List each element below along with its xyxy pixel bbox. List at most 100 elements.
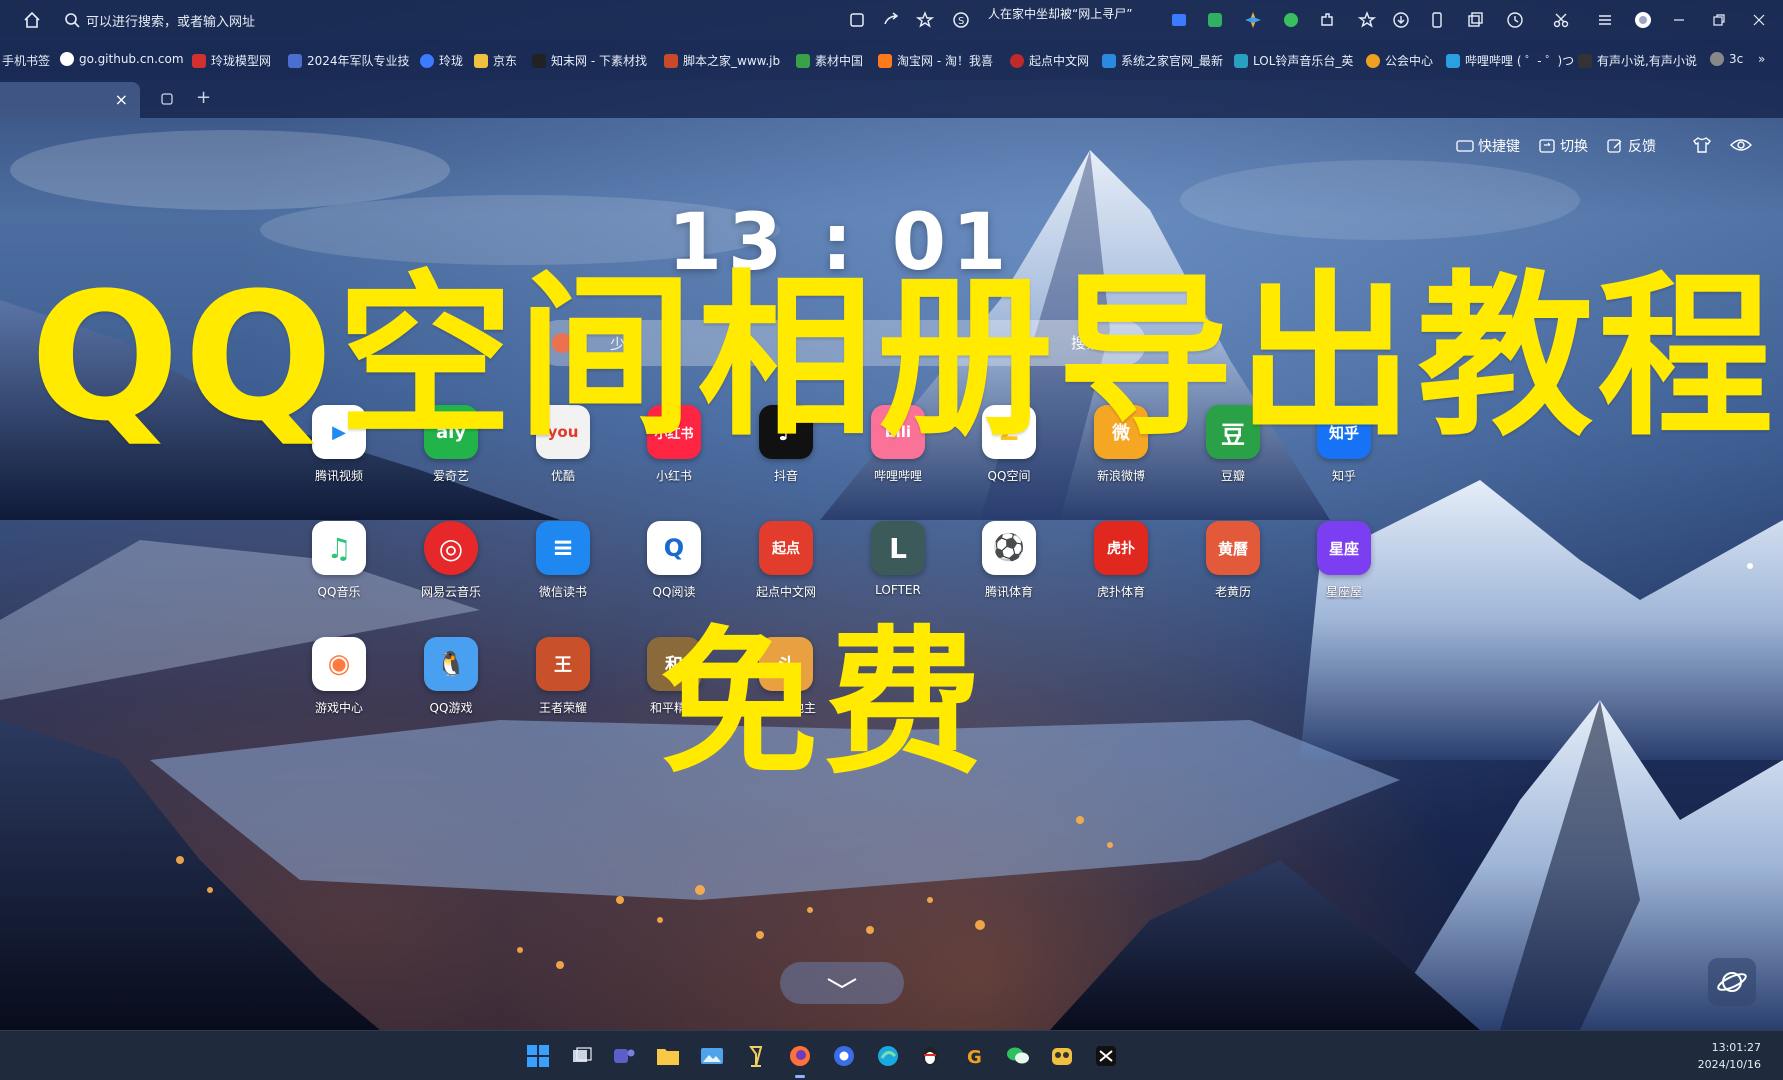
capcut-button[interactable] xyxy=(1092,1042,1120,1070)
lofter-icon: L xyxy=(871,521,925,575)
bookmark-item[interactable]: LOL铃声音乐台_英 xyxy=(1234,52,1353,69)
close-icon[interactable] xyxy=(1750,11,1768,29)
scroll-down-button[interactable] xyxy=(780,962,904,1004)
bookmark-item[interactable]: 公会中心 xyxy=(1366,52,1433,69)
avatar[interactable] xyxy=(1634,11,1652,29)
bookmark-item[interactable]: 知末网 - 下素材找 xyxy=(532,52,647,69)
planet-button[interactable] xyxy=(1708,958,1756,1006)
mobile-icon[interactable] xyxy=(1428,11,1446,29)
app-tile[interactable]: ♫ QQ音乐 xyxy=(294,521,384,600)
switch-button[interactable]: 切换 xyxy=(1538,136,1588,156)
file-explorer-button[interactable] xyxy=(654,1042,682,1070)
favorites-icon[interactable] xyxy=(1358,11,1376,29)
search-engine-icon[interactable]: S xyxy=(952,11,970,29)
star-icon[interactable] xyxy=(916,11,934,29)
window-icon[interactable] xyxy=(1466,11,1484,29)
bookmark-item[interactable]: 素材中国 xyxy=(796,52,863,69)
owl-app-button[interactable] xyxy=(1048,1042,1076,1070)
app-tile[interactable]: ≡ 微信读书 xyxy=(518,521,608,600)
lamp-icon xyxy=(749,1046,763,1067)
bookmark-item[interactable]: 3c xyxy=(1710,52,1743,66)
app-tile[interactable]: L LOFTER xyxy=(853,521,943,597)
search-icon xyxy=(65,13,80,28)
bookmark-item[interactable]: 2024年军队专业技 xyxy=(288,52,410,69)
new-tab-button[interactable]: + xyxy=(196,87,211,108)
menu-icon[interactable] xyxy=(1596,11,1614,29)
chrome-button[interactable] xyxy=(830,1042,858,1070)
home-icon[interactable] xyxy=(22,10,42,30)
folder-icon xyxy=(657,1049,679,1065)
bookmarks-more-icon[interactable]: » xyxy=(1758,52,1765,66)
overlay-title: QQ空间相册导出教程 xyxy=(30,255,1778,460)
app-tile[interactable]: 🐧 QQ游戏 xyxy=(406,637,496,716)
download-icon[interactable] xyxy=(1392,11,1410,29)
taskbar: G 13:01:27 2024/10/16 xyxy=(0,1030,1783,1080)
page-indicator-dot[interactable] xyxy=(1747,563,1753,569)
tab-close-icon[interactable]: × xyxy=(115,90,128,109)
svg-text:S: S xyxy=(958,16,964,27)
bookmark-item[interactable]: 京东 xyxy=(474,52,517,69)
qq-music-icon: ♫ xyxy=(312,521,366,575)
extensions-icon[interactable] xyxy=(1318,11,1336,29)
history-icon[interactable] xyxy=(1506,11,1524,29)
bookmark-item[interactable]: 有声小说,有声小说 xyxy=(1578,52,1697,69)
lightroom-button[interactable] xyxy=(742,1042,770,1070)
bookmark-item[interactable]: 淘宝网 - 淘！我喜 xyxy=(878,52,993,69)
app-tile[interactable]: ◎ 网易云音乐 xyxy=(406,521,496,600)
bookmark-item[interactable]: 玲珑 xyxy=(420,52,463,69)
address-input[interactable]: 可以进行搜索，或者输入网址 xyxy=(86,11,255,30)
tab-group-icon[interactable] xyxy=(160,92,174,106)
hot-search-text[interactable]: 人在家中坐却被“网上寻尸” xyxy=(988,5,1132,22)
teams-button[interactable] xyxy=(610,1042,638,1070)
task-view-button[interactable] xyxy=(568,1042,596,1070)
bookmark-item[interactable]: 哔哩哔哩 ( ゜- ゜)つ xyxy=(1446,52,1574,69)
qq-button[interactable] xyxy=(916,1042,944,1070)
skin-icon[interactable] xyxy=(1692,136,1712,154)
app-tile[interactable]: 黄曆 老黄历 xyxy=(1188,521,1278,600)
app-tile[interactable]: ◉ 游戏中心 xyxy=(294,637,384,716)
translate-icon[interactable] xyxy=(1170,11,1188,29)
bookmark-item[interactable]: 脚本之家_www.jb xyxy=(664,52,780,69)
share-icon[interactable] xyxy=(882,11,900,29)
edge-button[interactable] xyxy=(874,1042,902,1070)
scissors-icon[interactable] xyxy=(1552,11,1570,29)
bookmark-item[interactable]: 手机书签 xyxy=(2,52,50,69)
screenshot-icon[interactable] xyxy=(848,11,866,29)
g-icon: G xyxy=(967,1047,982,1067)
extension-green-icon[interactable] xyxy=(1206,11,1224,29)
app-tile[interactable]: 星座 星座屋 xyxy=(1299,521,1389,600)
app-tile[interactable]: Q QQ阅读 xyxy=(629,521,719,600)
app-tile[interactable]: 王王者荣耀 xyxy=(518,637,608,716)
wechat-icon[interactable] xyxy=(1282,11,1300,29)
firefox-icon xyxy=(790,1046,810,1066)
app-tile[interactable]: 起点 起点中文网 xyxy=(741,521,831,600)
desktop-screen: 可以进行搜索，或者输入网址 S 人在家中坐却被“网上寻尸” 手机书签 go.gi… xyxy=(0,0,1783,1080)
tab-new-page[interactable]: × xyxy=(0,82,140,118)
app-tile[interactable]: 虎扑 虎扑体育 xyxy=(1076,521,1166,600)
bookmark-item[interactable]: 起点中文网 xyxy=(1010,52,1089,69)
bookmark-item[interactable]: 玲珑模型网 xyxy=(192,52,271,69)
photos-button[interactable] xyxy=(698,1042,726,1070)
g-app-button[interactable]: G xyxy=(960,1042,988,1070)
app-tile[interactable]: ⚽ 腾讯体育 xyxy=(964,521,1054,600)
eye-icon[interactable] xyxy=(1730,137,1752,153)
browser-icon xyxy=(834,1046,854,1066)
firefox-button[interactable] xyxy=(786,1042,814,1078)
honor-of-kings-icon: 王 xyxy=(536,637,590,691)
minimize-icon[interactable] xyxy=(1670,11,1688,29)
bookmark-item[interactable]: 系统之家官网_最新 xyxy=(1102,52,1223,69)
extension-color-icon[interactable] xyxy=(1244,11,1262,29)
qidian-icon: 起点 xyxy=(759,521,813,575)
capcut-icon xyxy=(1096,1046,1116,1066)
wechat-taskbar-button[interactable] xyxy=(1004,1042,1032,1070)
shortcut-button[interactable]: 快捷键 xyxy=(1456,136,1520,156)
restore-icon[interactable] xyxy=(1710,11,1728,29)
owl-icon xyxy=(1052,1048,1072,1065)
game-center-icon: ◉ xyxy=(312,637,366,691)
tencent-sports-icon: ⚽ xyxy=(982,521,1036,575)
bookmark-item[interactable]: go.github.cn.com xyxy=(60,52,184,66)
feedback-button[interactable]: 反馈 xyxy=(1606,136,1656,156)
start-button[interactable] xyxy=(524,1042,552,1070)
chevron-down-icon xyxy=(827,978,857,989)
system-clock[interactable]: 13:01:27 2024/10/16 xyxy=(1698,1039,1761,1073)
